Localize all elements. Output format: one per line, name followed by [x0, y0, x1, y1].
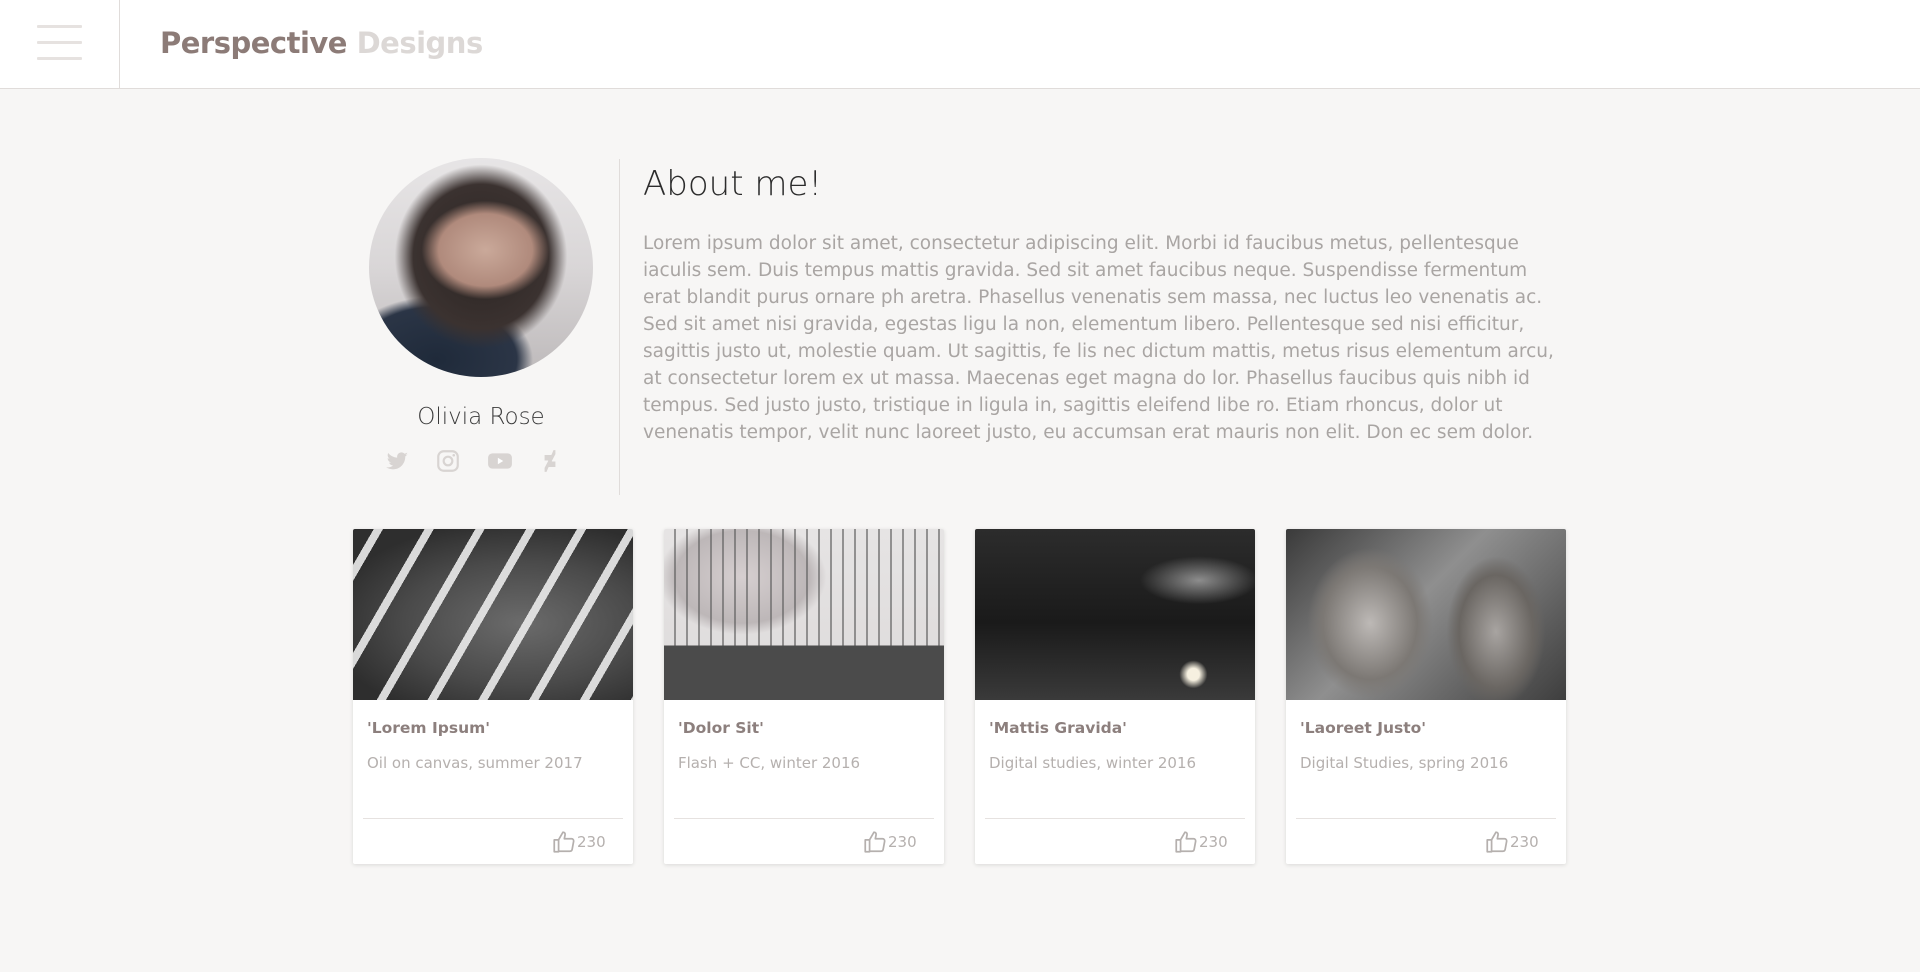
thumbs-up-icon[interactable] — [1484, 829, 1510, 855]
hamburger-menu-icon — [37, 25, 82, 28]
profile-name: Olivia Rose — [417, 404, 545, 430]
card-divider — [363, 818, 623, 819]
hamburger-menu-icon — [37, 41, 82, 44]
like-count: 230 — [888, 833, 917, 851]
like-count: 230 — [577, 833, 606, 851]
thumbs-up-icon[interactable] — [551, 829, 577, 855]
hamburger-menu-button[interactable] — [0, 0, 120, 88]
artwork-card[interactable]: 'Dolor Sit' Flash + CC, winter 2016 230 — [664, 529, 944, 864]
thumbs-up-icon[interactable] — [1173, 829, 1199, 855]
artwork-card[interactable]: 'Mattis Gravida' Digital studies, winter… — [975, 529, 1255, 864]
artwork-subtitle: Flash + CC, winter 2016 — [678, 754, 861, 772]
avatar — [369, 158, 593, 377]
artwork-subtitle: Digital studies, winter 2016 — [989, 754, 1197, 772]
social-links — [384, 448, 574, 478]
card-divider — [1296, 818, 1556, 819]
artwork-subtitle: Oil on canvas, summer 2017 — [367, 754, 583, 772]
artwork-title: 'Mattis Gravida' — [989, 719, 1127, 737]
about-title: About me! — [643, 164, 822, 204]
card-divider — [674, 818, 934, 819]
about-text: Lorem ipsum dolor sit amet, consectetur … — [643, 233, 1554, 443]
artwork-title: 'Dolor Sit' — [678, 719, 764, 737]
artwork-thumbnail[interactable] — [353, 529, 633, 700]
artwork-card[interactable]: 'Laoreet Justo' Digital Studies, spring … — [1286, 529, 1566, 864]
like-count: 230 — [1199, 833, 1228, 851]
brand-secondary: Designs — [356, 26, 484, 60]
artwork-thumbnail[interactable] — [1286, 529, 1566, 700]
brand-primary: Perspective — [160, 26, 347, 60]
youtube-icon[interactable] — [486, 448, 514, 474]
artwork-subtitle: Digital Studies, spring 2016 — [1300, 754, 1509, 772]
brand-logo[interactable]: Perspective Designs — [160, 23, 483, 63]
instagram-icon[interactable] — [435, 448, 461, 474]
vertical-divider — [619, 159, 620, 495]
artwork-title: 'Lorem Ipsum' — [367, 719, 490, 737]
hamburger-menu-icon — [37, 57, 82, 60]
top-bar: Perspective Designs — [0, 0, 1920, 89]
artwork-thumbnail[interactable] — [664, 529, 944, 700]
artwork-card[interactable]: 'Lorem Ipsum' Oil on canvas, summer 2017… — [353, 529, 633, 864]
card-divider — [985, 818, 1245, 819]
thumbs-up-icon[interactable] — [862, 829, 888, 855]
artwork-thumbnail[interactable] — [975, 529, 1255, 700]
twitter-icon[interactable] — [384, 448, 410, 474]
like-count: 230 — [1510, 833, 1539, 851]
artwork-title: 'Laoreet Justo' — [1300, 719, 1427, 737]
deviantart-icon[interactable] — [537, 448, 563, 474]
